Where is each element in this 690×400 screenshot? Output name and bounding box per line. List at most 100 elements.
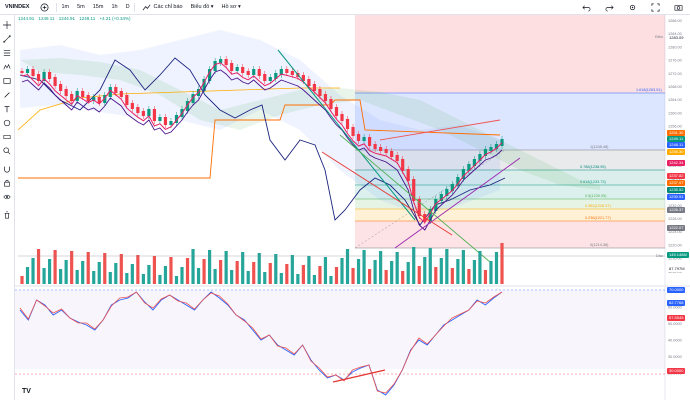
volume-bar [196,268,201,284]
candle-body [329,99,333,109]
volume-bar [290,255,294,284]
price-tick: 1280.00 [668,45,682,49]
price-label: 1226.37 [667,207,686,213]
candle-body [334,107,339,116]
volume-bar [75,270,79,284]
volume-bar [25,267,30,284]
volume-bar [390,261,394,284]
volume-bar [373,260,377,284]
volume-bar [213,269,217,284]
volume-bar [461,250,465,284]
candle-body [158,117,162,121]
candle-body [86,95,90,101]
volume-bar [367,269,372,284]
volume-bar [125,273,129,284]
volume-bars [20,243,504,284]
volume-bar [401,271,405,284]
volume-bar [136,255,140,284]
price-tick: 1288.00 [668,19,682,23]
volume-bar [108,272,112,284]
volume-bar [263,272,267,284]
candle-body [252,69,256,75]
candle-body [114,87,118,93]
volume-bar [423,257,427,284]
price-tick: 1256.00 [668,125,682,129]
volume-bar [103,253,107,284]
volume-bar [180,267,184,284]
volume-bar [191,249,195,284]
price-label: 1283.09 [667,35,686,41]
volume-bar [412,247,416,284]
volume-bar [20,276,24,284]
volume-bar [406,262,410,284]
fib-label: 1.618(1263.51) [636,88,662,92]
price-label: 1242.34 [667,160,686,166]
candle-body [312,84,317,91]
candle-body [59,84,63,91]
volume-bar [417,266,421,284]
volume-bar [351,268,355,284]
volume-bar [169,257,173,284]
candle-body [367,137,372,146]
main-chart[interactable]: 1.618(1263.51) 1(1245.48) 0.786(1238.95) 0.… [0,0,690,400]
candle-body [130,103,134,109]
volume-bar [246,271,250,284]
volume-bar [130,264,134,284]
volume-label: 87.797M [667,266,687,272]
candle-body [379,147,383,151]
volume-bar [64,260,68,284]
fib-label: 0(1214.38) [590,243,609,247]
price-label: 1237.82 [667,173,686,179]
volume-bar [483,270,488,284]
fib-label: 0.382(1226.37) [585,204,611,208]
price-tick: 1228.00 [668,217,682,221]
price-tick: 1264.00 [668,98,682,102]
candle-body [268,77,272,81]
rsi-tick: 50.0000 [668,322,682,326]
rsi-tick: 30.0000 [668,355,682,359]
candle-body [401,159,405,171]
tradingview-logo: TV [22,388,31,395]
volume-bar [147,265,151,284]
volume-label: 145.146M [667,252,689,258]
volume-bar [334,267,339,284]
volume-bar [450,268,454,284]
price-label: 1230.91 [667,194,686,200]
rsi-tick: 40.0000 [668,339,682,343]
volume-bar [268,263,272,284]
volume-bar [207,250,212,284]
candle-body [31,69,35,76]
volume-bar [81,261,85,284]
volume-bar [219,260,223,284]
volume-bar [318,266,322,284]
volume-bar [456,259,460,284]
volume-bar [467,269,471,284]
volume-bar [296,274,300,284]
volume-bar [356,259,361,284]
fib-label: 0.5(1230.05) [585,194,607,198]
price-tick: 1268.00 [668,85,682,89]
rsi-label: 70.0000 [667,287,686,293]
candle-body [351,127,355,136]
rsi-label: 62.7768 [667,300,686,306]
volume-bar [47,259,52,284]
candle-body [119,91,123,97]
candle-body [141,111,145,116]
volume-bar [312,275,317,284]
volume-bar [97,262,101,284]
rsi-tick: 60.0000 [668,306,682,310]
volume-bar [395,252,399,284]
candle-body [169,121,173,125]
volume-bar [489,261,493,284]
volume-bar [141,274,145,284]
axis-tag: Dâu [656,254,663,258]
fib-zone-red-top [355,15,665,93]
price-label: 1235.52 [667,187,686,193]
volume-bar [362,250,366,284]
candle-body [136,107,140,113]
candle-body [257,69,261,76]
volume-bar [434,267,438,284]
volume-bar [31,258,35,284]
candle-body [25,69,30,73]
price-tick: 1272.00 [668,72,682,76]
